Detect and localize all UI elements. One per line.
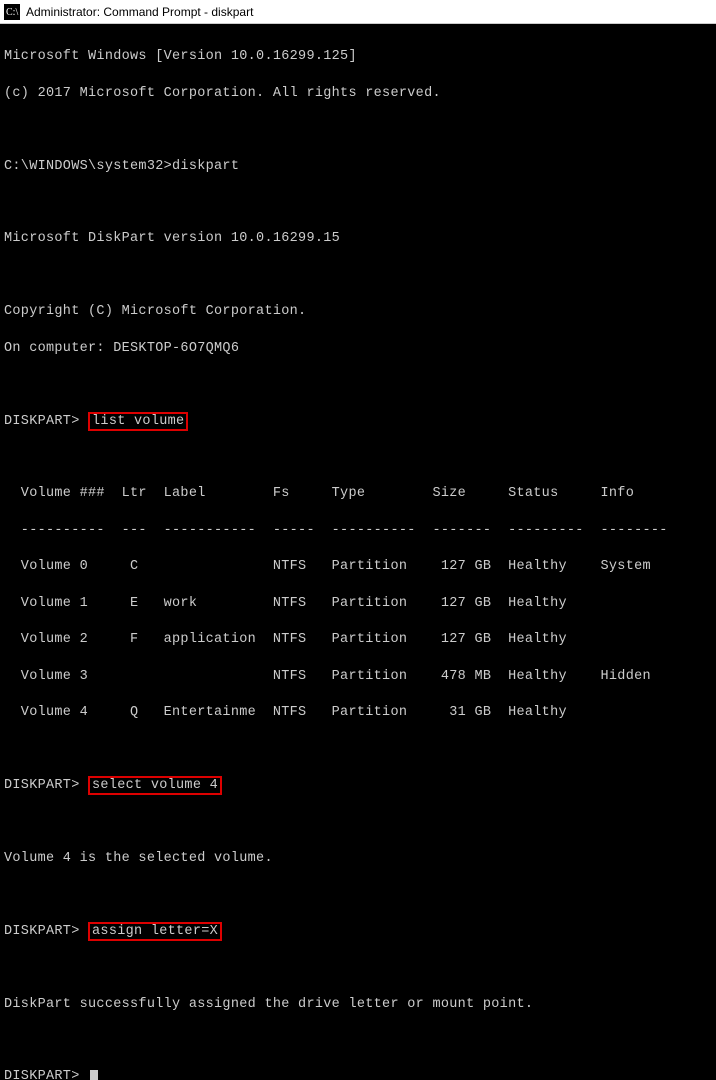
- line-selected-msg: Volume 4 is the selected volume.: [4, 850, 712, 868]
- line-on-computer: On computer: DESKTOP-6O7QMQ6: [4, 340, 712, 358]
- line-dp-copyright: Copyright (C) Microsoft Corporation.: [4, 303, 712, 321]
- line-dp-version: Microsoft DiskPart version 10.0.16299.15: [4, 230, 712, 248]
- table-header: Volume ### Ltr Label Fs Type Size Status…: [4, 485, 712, 503]
- blank-line: [4, 267, 712, 285]
- window-title-bar[interactable]: C:\ Administrator: Command Prompt - disk…: [0, 0, 716, 24]
- dp-prompt: DISKPART>: [4, 924, 88, 939]
- highlight-list-volume: list volume: [88, 412, 188, 431]
- blank-line: [4, 449, 712, 467]
- line-cmd-assign-letter: DISKPART> assign letter=X: [4, 923, 712, 941]
- line-current-prompt[interactable]: DISKPART>: [4, 1068, 712, 1080]
- blank-line: [4, 376, 712, 394]
- dp-prompt: DISKPART>: [4, 778, 88, 793]
- cursor: [90, 1070, 98, 1080]
- blank-line: [4, 886, 712, 904]
- table-row: Volume 1 E work NTFS Partition 127 GB He…: [4, 595, 712, 613]
- line-cmd-select-volume: DISKPART> select volume 4: [4, 777, 712, 795]
- blank-line: [4, 959, 712, 977]
- window-title: Administrator: Command Prompt - diskpart: [26, 5, 253, 19]
- svg-text:C:\: C:\: [6, 7, 18, 18]
- blank-line: [4, 194, 712, 212]
- blank-line: [4, 741, 712, 759]
- line-copyright: (c) 2017 Microsoft Corporation. All righ…: [4, 85, 712, 103]
- highlight-assign-letter: assign letter=X: [88, 922, 222, 941]
- blank-line: [4, 1032, 712, 1050]
- line-assign-msg: DiskPart successfully assigned the drive…: [4, 996, 712, 1014]
- table-row: Volume 2 F application NTFS Partition 12…: [4, 631, 712, 649]
- blank-line: [4, 813, 712, 831]
- table-row: Volume 4 Q Entertainme NTFS Partition 31…: [4, 704, 712, 722]
- dp-prompt: DISKPART>: [4, 1069, 88, 1080]
- line-cmd-list-volume: DISKPART> list volume: [4, 413, 712, 431]
- table-row: Volume 0 C NTFS Partition 127 GB Healthy…: [4, 558, 712, 576]
- line-prompt-diskpart: C:\WINDOWS\system32>diskpart: [4, 158, 712, 176]
- line-winver: Microsoft Windows [Version 10.0.16299.12…: [4, 48, 712, 66]
- highlight-select-volume: select volume 4: [88, 776, 222, 795]
- dp-prompt: DISKPART>: [4, 414, 88, 429]
- blank-line: [4, 121, 712, 139]
- table-divider: ---------- --- ----------- ----- -------…: [4, 522, 712, 540]
- cmd-icon: C:\: [4, 4, 20, 20]
- terminal-output[interactable]: Microsoft Windows [Version 10.0.16299.12…: [0, 24, 716, 1080]
- table-row: Volume 3 NTFS Partition 478 MB Healthy H…: [4, 668, 712, 686]
